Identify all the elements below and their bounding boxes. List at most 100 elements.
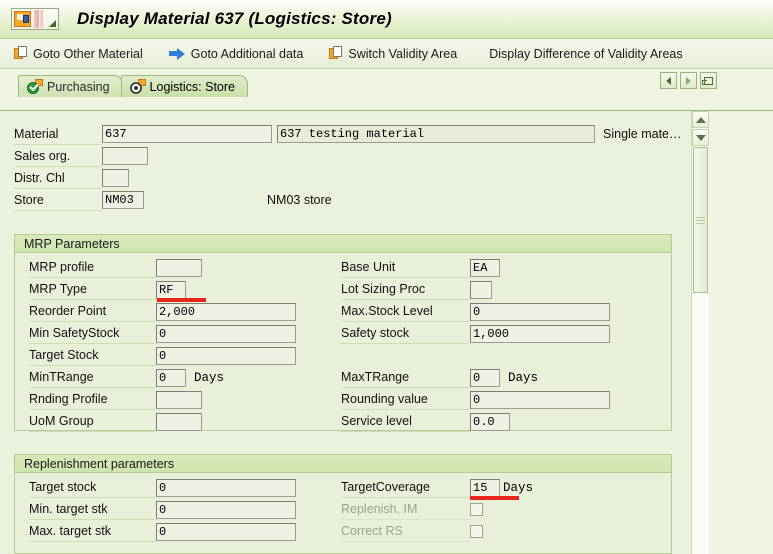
min-target-stk-label: Min. target stk: [29, 499, 156, 520]
distr-chl-input[interactable]: [102, 169, 129, 187]
material-description-input[interactable]: 637 testing material: [277, 125, 595, 143]
store-input[interactable]: NM03: [102, 191, 144, 209]
rounding-value-input[interactable]: 0: [470, 390, 610, 409]
target-coverage-highlight-underline: [470, 496, 519, 500]
titlebar-bar-1: [34, 10, 39, 28]
radio-selected-icon: [129, 78, 146, 94]
material-row: Material 637 637 testing material Single…: [14, 123, 682, 145]
mrp-profile-label: MRP profile: [29, 257, 156, 278]
reorder-point-input[interactable]: 2,000: [156, 302, 296, 321]
mrp-profile-input[interactable]: [156, 258, 202, 277]
rounding-value-label: Rounding value: [341, 389, 470, 410]
rnding-profile-input[interactable]: [156, 390, 202, 409]
tab-logistics-store[interactable]: Logistics: Store: [120, 75, 249, 97]
service-level-row: Service level 0.0: [341, 411, 510, 432]
sap-application-window: Display Material 637 (Logistics: Store) …: [0, 0, 773, 554]
rnding-profile-row: Rnding Profile: [29, 389, 202, 410]
single-material-note: Single mate…: [603, 127, 682, 141]
max-trange-unit: Days: [508, 370, 539, 385]
scrollbar-grip-icon: [696, 216, 705, 224]
chevron-up-icon: [695, 116, 706, 123]
target-coverage-input[interactable]: 15: [470, 478, 500, 497]
base-unit-label: Base Unit: [341, 257, 470, 278]
max-target-stk-label: Max. target stk: [29, 521, 156, 542]
replenish-im-label: Replenish. IM: [341, 499, 470, 520]
replenish-im-row: Replenish. IM: [341, 499, 483, 520]
goto-other-material-label: Goto Other Material: [33, 46, 143, 61]
target-coverage-row: TargetCoverage 15 Days: [341, 477, 533, 498]
replenishment-parameters-body: Target stock 0 Min. target stk 0 Max. ta…: [15, 473, 671, 553]
mrp-parameters-title: MRP Parameters: [15, 235, 671, 253]
sales-org-row: Sales org.: [14, 145, 674, 167]
max-trange-row: MaxTRange 0 Days: [341, 367, 538, 388]
distr-chl-label: Distr. Chl: [14, 168, 102, 189]
display-difference-validity-areas-button[interactable]: Display Difference of Validity Areas: [489, 43, 682, 65]
tab-navigation-buttons: [657, 72, 717, 89]
titlebar-bar-2: [40, 10, 43, 28]
max-stock-level-row: Max.Stock Level 0: [341, 301, 610, 322]
goto-other-material-button[interactable]: Goto Other Material: [14, 43, 143, 65]
tab-content-area: Material 637 637 testing material Single…: [0, 110, 773, 554]
tab-list-icon[interactable]: [700, 72, 717, 89]
max-trange-input[interactable]: 0: [470, 368, 500, 387]
sales-org-input[interactable]: [102, 147, 148, 165]
replenishment-parameters-group: Replenishment parameters Target stock 0 …: [14, 454, 672, 554]
replenish-target-stock-label: Target stock: [29, 477, 156, 498]
max-trange-label: MaxTRange: [341, 367, 470, 388]
service-level-input[interactable]: 0.0: [470, 412, 510, 431]
store-label: Store: [14, 190, 102, 211]
previous-tab-icon[interactable]: [660, 72, 677, 89]
min-trange-input[interactable]: 0: [156, 368, 186, 387]
material-input[interactable]: 637: [102, 125, 272, 143]
min-safety-stock-input[interactable]: 0: [156, 324, 296, 343]
base-unit-row: Base Unit EA: [341, 257, 500, 278]
next-tab-icon[interactable]: [680, 72, 697, 89]
target-stock-label: Target Stock: [29, 345, 156, 366]
goto-additional-data-button[interactable]: Goto Additional data: [168, 43, 303, 65]
correct-rs-checkbox[interactable]: [470, 525, 483, 538]
mrp-type-highlight-underline: [157, 298, 206, 302]
chevron-down-icon: [695, 134, 706, 141]
lot-sizing-proc-label: Lot Sizing Proc: [341, 279, 470, 300]
tab-strip: Purchasing Logistics: Store: [18, 73, 249, 97]
lot-sizing-proc-input[interactable]: [470, 280, 492, 299]
min-target-stk-row: Min. target stk 0: [29, 499, 296, 520]
reorder-point-label: Reorder Point: [29, 301, 156, 322]
target-coverage-label: TargetCoverage: [341, 477, 470, 498]
reorder-point-row: Reorder Point 2,000: [29, 301, 296, 322]
safety-stock-input[interactable]: 1,000: [470, 324, 610, 343]
tab-purchasing[interactable]: Purchasing: [18, 75, 123, 97]
material-header-fields: Material 637 637 testing material Single…: [14, 123, 682, 211]
title-bar: Display Material 637 (Logistics: Store): [0, 0, 773, 39]
safety-stock-label: Safety stock: [341, 323, 470, 344]
vertical-scrollbar[interactable]: [692, 111, 709, 554]
copy-document-icon: [14, 46, 28, 61]
min-trange-label: MinTRange: [29, 367, 156, 388]
tab-strip-container: Purchasing Logistics: Store: [0, 69, 773, 97]
mrp-type-input[interactable]: RF: [156, 280, 186, 299]
max-target-stk-input[interactable]: 0: [156, 522, 296, 541]
max-stock-level-input[interactable]: 0: [470, 302, 610, 321]
scroll-up-button[interactable]: [692, 111, 709, 128]
min-trange-unit: Days: [194, 370, 225, 385]
scrollbar-thumb[interactable]: [693, 147, 708, 293]
replenish-target-stock-input[interactable]: 0: [156, 478, 296, 497]
replenish-im-checkbox[interactable]: [470, 503, 483, 516]
switch-validity-area-button[interactable]: Switch Validity Area: [329, 43, 457, 65]
correct-rs-row: Correct RS: [341, 521, 483, 542]
switch-validity-area-label: Switch Validity Area: [348, 46, 458, 61]
blue-arrow-right-icon: [168, 47, 185, 60]
uom-group-input[interactable]: [156, 412, 202, 431]
target-stock-input[interactable]: 0: [156, 346, 296, 365]
base-unit-input[interactable]: EA: [470, 258, 500, 277]
rnding-profile-label: Rnding Profile: [29, 389, 156, 410]
scroll-down-button[interactable]: [692, 129, 709, 146]
sap-menu-icon[interactable]: [11, 8, 59, 30]
max-stock-level-label: Max.Stock Level: [341, 301, 470, 322]
application-toolbar: Goto Other Material Goto Additional data…: [0, 39, 773, 69]
uom-group-label: UoM Group: [29, 411, 156, 432]
min-target-stk-input[interactable]: 0: [156, 500, 296, 519]
store-description: NM03 store: [267, 193, 332, 207]
safety-stock-row: Safety stock 1,000: [341, 323, 610, 344]
mrp-type-row: MRP Type RF: [29, 279, 186, 300]
